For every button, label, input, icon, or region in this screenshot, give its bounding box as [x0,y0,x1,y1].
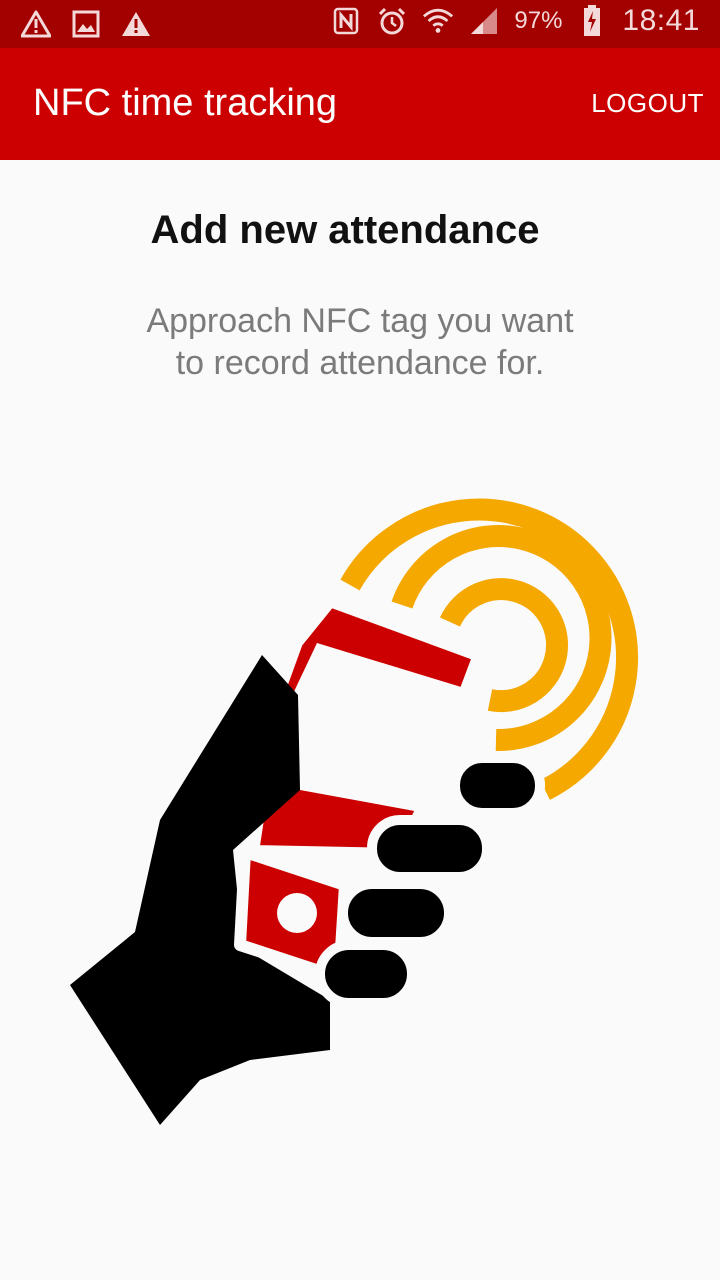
instructions-text: Approach NFC tag you want to record atte… [146,302,574,382]
signal-icon [468,5,500,37]
alarm-icon [376,5,408,37]
warning-icon [120,8,152,40]
nfc-hand-phone-icon [60,480,680,1140]
clock: 18:41 [622,4,700,37]
battery-percentage: 97% [514,7,563,34]
wifi-icon [422,5,454,37]
nfc-icon [330,5,362,37]
logout-button[interactable]: LOGOUT [591,88,704,119]
app-bar: NFC time tracking LOGOUT [0,48,720,160]
page-heading: Add new attendance [150,208,540,252]
warning-icon [20,8,52,40]
image-icon [70,8,102,40]
battery-charging-icon [576,5,608,37]
app-title: NFC time tracking [33,82,338,124]
status-bar: 97% 18:41 [0,0,720,48]
